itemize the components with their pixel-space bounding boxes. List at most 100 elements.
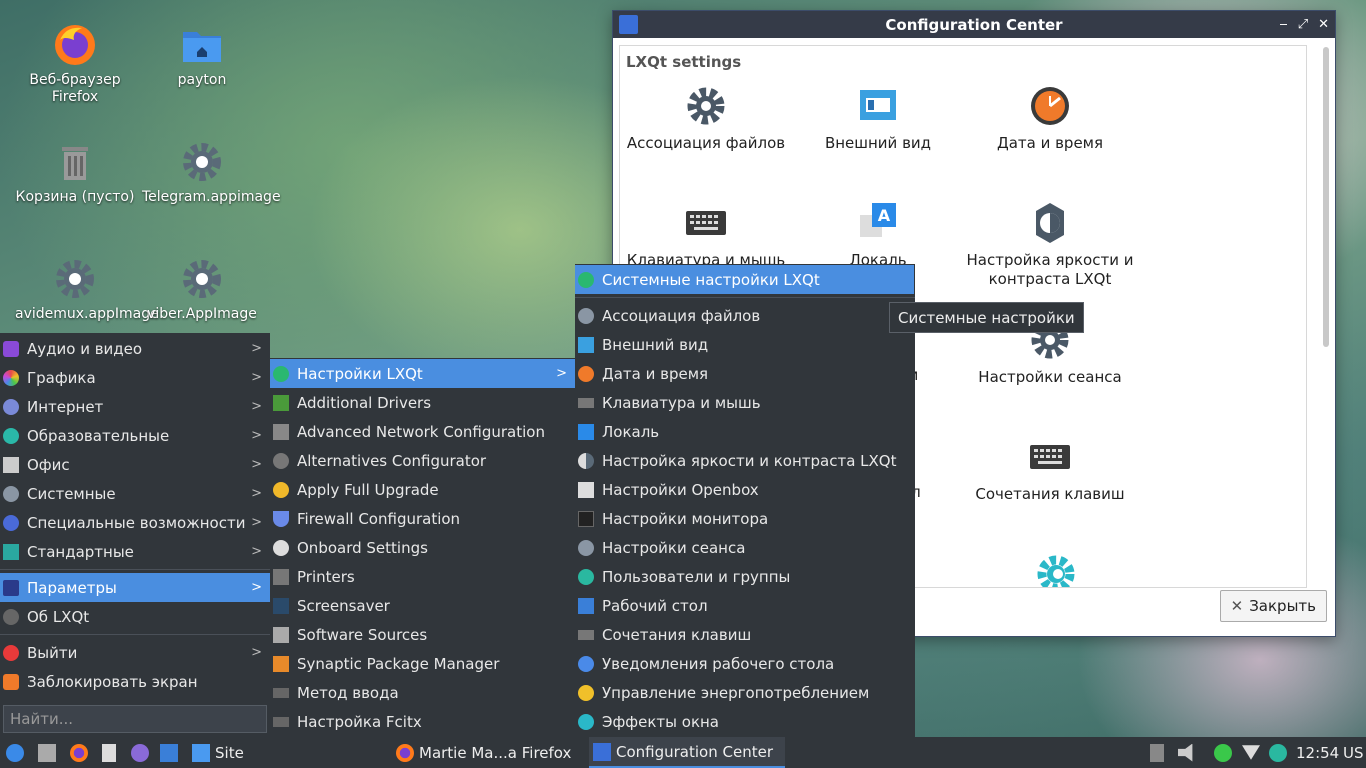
accessibility-icon bbox=[3, 514, 19, 531]
desktop-icon-payton[interactable]: payton bbox=[142, 22, 262, 89]
menu-item-accessibility[interactable]: Специальные возможности > bbox=[0, 508, 270, 537]
menu-item-education[interactable]: Образовательные > bbox=[0, 421, 270, 450]
menu-item-about-lxqt[interactable]: Об LXQt bbox=[0, 602, 270, 631]
desktop-icon-telegram[interactable]: Telegram.appimage bbox=[142, 139, 281, 206]
scrollbar[interactable] bbox=[1323, 47, 1329, 347]
quicklaunch-firefox[interactable] bbox=[70, 737, 88, 768]
settings-item-keyboard-mouse[interactable]: Клавиатура и мышь bbox=[620, 201, 792, 270]
desktop-icon-firefox[interactable]: Веб-браузер Firefox bbox=[15, 22, 135, 106]
menu-item-audio-video[interactable]: Аудио и видео > bbox=[0, 334, 270, 363]
tray-volume[interactable] bbox=[1178, 737, 1196, 768]
settings-item-locale[interactable]: A Локаль bbox=[792, 201, 964, 270]
menu-item-system[interactable]: Системные > bbox=[0, 479, 270, 508]
accessories-icon bbox=[3, 543, 19, 560]
tray-clipboard[interactable] bbox=[1150, 737, 1164, 768]
menu-item-additional-drivers[interactable]: Additional Drivers bbox=[270, 388, 575, 417]
desktop-icon bbox=[160, 743, 178, 762]
power-management-icon bbox=[578, 684, 594, 701]
menu-item-printers[interactable]: Printers bbox=[270, 562, 575, 591]
menu-item-session[interactable]: Настройки сеанса bbox=[575, 533, 915, 562]
menu-item-monitor[interactable]: Настройки монитора bbox=[575, 504, 915, 533]
close-button[interactable]: ✕ Закрыть bbox=[1219, 590, 1327, 622]
menu-item-logout[interactable]: Выйти > bbox=[0, 638, 270, 667]
menu-item-label: Локаль bbox=[602, 422, 660, 441]
desktop-icon-label: payton bbox=[177, 72, 227, 88]
desktop-icon-trash[interactable]: Корзина (пусто) bbox=[15, 139, 135, 206]
update-icon bbox=[1214, 743, 1232, 762]
menu-item-screensaver[interactable]: Screensaver bbox=[270, 591, 575, 620]
menu-item-brightness[interactable]: Настройка яркости и контраста LXQt bbox=[575, 446, 915, 475]
menu-item-lxqt-settings[interactable]: Настройки LXQt > bbox=[270, 359, 575, 388]
menu-item-locale[interactable]: Локаль bbox=[575, 417, 915, 446]
menu-item-graphics[interactable]: Графика > bbox=[0, 363, 270, 392]
keyboard-layout[interactable]: US bbox=[1343, 737, 1364, 768]
firefox-icon bbox=[55, 25, 95, 65]
menu-item-lock-screen[interactable]: Заблокировать экран bbox=[0, 667, 270, 696]
clock[interactable]: 12:54 bbox=[1296, 737, 1339, 768]
lxqt-logo-icon bbox=[6, 743, 24, 762]
window-titlebar[interactable]: Configuration Center ‒ ⤢ ✕ bbox=[613, 11, 1335, 38]
tray-update[interactable] bbox=[1214, 737, 1232, 768]
menu-item-accessories[interactable]: Стандартные > bbox=[0, 537, 270, 566]
menu-item-power-management[interactable]: Управление энергопотреблением bbox=[575, 678, 915, 707]
menu-item-office[interactable]: Офис > bbox=[0, 450, 270, 479]
desktop-icon-avidemux[interactable]: avidemux.appImage bbox=[15, 256, 159, 323]
menu-item-label: Advanced Network Configuration bbox=[297, 422, 545, 441]
menu-item-notifications[interactable]: Уведомления рабочего стола bbox=[575, 649, 915, 678]
display-icon bbox=[578, 510, 594, 527]
menu-item-firewall[interactable]: Firewall Configuration bbox=[270, 504, 575, 533]
minimize-icon[interactable]: ‒ bbox=[1279, 17, 1287, 32]
settings-item-file-associations[interactable]: Ассоциация файлов bbox=[620, 84, 792, 153]
start-menu-button[interactable] bbox=[6, 737, 24, 768]
menu-item-fcitx[interactable]: Настройка Fcitx bbox=[270, 707, 575, 736]
locale-icon bbox=[578, 423, 594, 440]
menu-item-shortcuts[interactable]: Сочетания клавиш bbox=[575, 620, 915, 649]
quicklaunch-app[interactable] bbox=[131, 737, 149, 768]
menu-item-label: Уведомления рабочего стола bbox=[602, 654, 835, 673]
screensaver-icon bbox=[273, 597, 289, 614]
settings-item-brightness[interactable]: Настройка яркости и контраста LXQt bbox=[964, 201, 1136, 289]
clock-time: 12:54 bbox=[1296, 743, 1340, 762]
menu-item-input-method[interactable]: Метод ввода bbox=[270, 678, 575, 707]
menu-item-desktop[interactable]: Рабочий стол bbox=[575, 591, 915, 620]
menu-item-synaptic[interactable]: Synaptic Package Manager bbox=[270, 649, 575, 678]
settings-item-shortcuts[interactable]: Сочетания клавиш bbox=[964, 435, 1136, 504]
menu-item-file-associations[interactable]: Ассоциация файлов bbox=[575, 301, 915, 330]
menu-search-input[interactable]: Найти... bbox=[3, 705, 267, 733]
menu-item-software-sources[interactable]: Software Sources bbox=[270, 620, 575, 649]
menu-item-lxqt-system-settings[interactable]: Системные настройки LXQt bbox=[575, 265, 914, 294]
settings-item-date-time[interactable]: Дата и время bbox=[964, 84, 1136, 153]
menu-item-keyboard-mouse[interactable]: Клавиатура и мышь bbox=[575, 388, 915, 417]
task-configuration-center[interactable]: Configuration Center bbox=[589, 737, 785, 768]
menu-item-openbox[interactable]: Настройки Openbox bbox=[575, 475, 915, 504]
menu-item-appearance[interactable]: Внешний вид bbox=[575, 330, 915, 359]
menu-item-users-groups[interactable]: Пользователи и группы bbox=[575, 562, 915, 591]
menu-item-window-effects[interactable]: Эффекты окна bbox=[575, 707, 915, 736]
quicklaunch-files[interactable] bbox=[38, 737, 56, 768]
tray-app[interactable] bbox=[1269, 737, 1287, 768]
close-button-label: Закрыть bbox=[1249, 597, 1316, 615]
tray-network[interactable] bbox=[1242, 737, 1260, 768]
menu-item-label: Настройки Openbox bbox=[602, 480, 759, 499]
desktop-icon-label: Telegram.appimage bbox=[142, 189, 281, 205]
menu-item-label: Стандартные bbox=[27, 542, 134, 561]
menu-item-internet[interactable]: Интернет > bbox=[0, 392, 270, 421]
quicklaunch-desktop[interactable] bbox=[160, 737, 178, 768]
quicklaunch-site[interactable]: Site bbox=[192, 737, 244, 768]
desktop-icon-viber[interactable]: viber.AppImage bbox=[142, 256, 262, 323]
maximize-icon[interactable]: ⤢ bbox=[1298, 17, 1308, 32]
menu-item-network-config[interactable]: Advanced Network Configuration bbox=[270, 417, 575, 446]
menu-item-alternatives[interactable]: Alternatives Configurator bbox=[270, 446, 575, 475]
svg-text:A: A bbox=[878, 206, 891, 225]
power-icon bbox=[3, 644, 19, 661]
close-window-icon[interactable]: ✕ bbox=[1318, 17, 1329, 32]
menu-item-onboard[interactable]: Onboard Settings bbox=[270, 533, 575, 562]
quicklaunch-editor[interactable] bbox=[102, 737, 116, 768]
task-firefox[interactable]: Martie Ma...a Firefox bbox=[392, 737, 575, 768]
menu-item-date-time[interactable]: Дата и время bbox=[575, 359, 915, 388]
lxqt-settings-submenu: Системные настройки LXQt Ассоциация файл… bbox=[575, 264, 915, 737]
folder-icon bbox=[183, 32, 221, 62]
settings-item-appearance[interactable]: Внешний вид bbox=[792, 84, 964, 153]
menu-item-full-upgrade[interactable]: Apply Full Upgrade bbox=[270, 475, 575, 504]
menu-item-preferences[interactable]: Параметры > bbox=[0, 573, 270, 602]
